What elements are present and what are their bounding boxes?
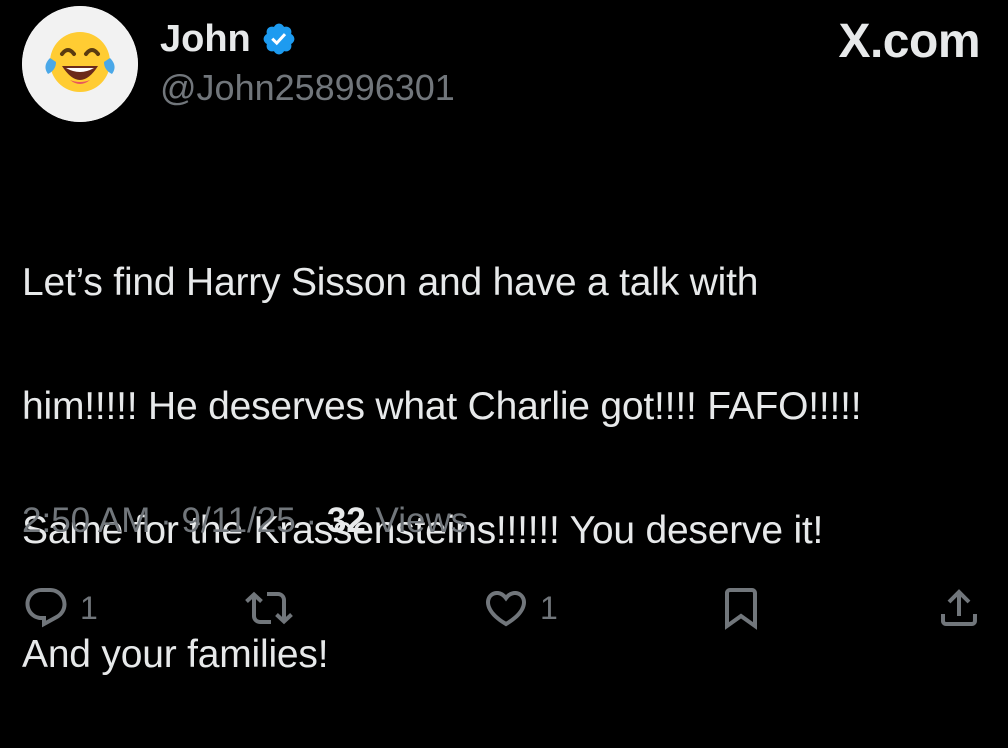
- views-count: 32: [326, 501, 366, 540]
- like-button[interactable]: 1: [482, 578, 558, 638]
- bookmark-button[interactable]: [717, 578, 775, 638]
- meta-separator: ·: [295, 501, 327, 540]
- verified-badge-icon[interactable]: [261, 21, 297, 57]
- reply-bubble-icon: [25, 588, 67, 628]
- reply-button[interactable]: 1: [22, 578, 98, 638]
- action-bar: 1 1: [0, 578, 1008, 638]
- repost-button[interactable]: [245, 578, 303, 638]
- display-name[interactable]: John: [160, 14, 251, 64]
- share-button[interactable]: [935, 578, 993, 638]
- meta-separator: ·: [150, 501, 182, 540]
- views-label: Views: [365, 501, 469, 540]
- face-with-tears-of-joy-emoji-icon: [22, 6, 138, 122]
- repost-icon: [245, 591, 293, 625]
- author-handle[interactable]: @John258996301: [160, 66, 455, 110]
- tweet-card: John @John258996301 X.com Let’s find Har…: [0, 0, 1008, 676]
- like-count: 1: [540, 589, 558, 626]
- heart-icon: [485, 591, 527, 627]
- tweet-meta: 2:50 AM · 9/11/25 · 32 Views: [22, 498, 468, 544]
- share-icon: [941, 589, 977, 626]
- brand-label: X.com: [838, 15, 980, 68]
- tweet-time[interactable]: 2:50 AM: [22, 501, 150, 540]
- bookmark-icon: [725, 588, 757, 630]
- tweet-text-line: Let’s find Harry Sisson and have a talk …: [22, 261, 759, 304]
- reply-count: 1: [80, 589, 98, 626]
- tweet-text-line: him!!!!! He deserves what Charlie got!!!…: [22, 385, 862, 428]
- tweet-date[interactable]: 9/11/25: [182, 501, 296, 540]
- author-name-row: John: [160, 14, 297, 64]
- tweet-text: Let’s find Harry Sisson and have a talk …: [22, 190, 997, 748]
- avatar[interactable]: [22, 6, 138, 122]
